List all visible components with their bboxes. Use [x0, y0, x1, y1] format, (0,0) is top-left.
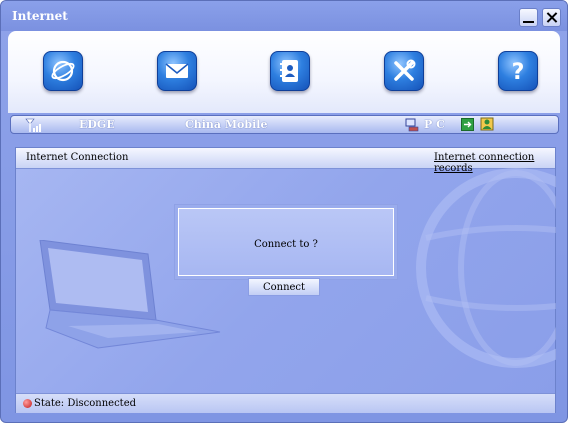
panel-footer: State: Disconnected — [16, 393, 555, 413]
title-bar: Internet — [1, 1, 567, 31]
internet-connection-panel: Internet Connection Internet connection … — [15, 147, 556, 413]
messages-button[interactable] — [157, 51, 197, 91]
connection-state: State: Disconnected — [34, 398, 137, 409]
settings-button[interactable] — [384, 51, 424, 91]
tools-icon — [394, 59, 416, 81]
internet-globe-icon — [51, 60, 75, 82]
help-button[interactable]: ? — [498, 51, 538, 91]
sms-icon — [461, 118, 474, 131]
window-title: Internet — [12, 9, 68, 23]
panel-title: Internet Connection — [26, 152, 129, 163]
network-type: EDGE — [79, 118, 115, 131]
contacts-book-icon — [280, 60, 298, 82]
status-bar: EDGE China Mobile P C — [10, 115, 559, 134]
globe-watermark-icon — [416, 168, 556, 368]
operator-name: China Mobile — [185, 118, 268, 131]
pc-connection-icon — [405, 118, 419, 132]
main-toolbar: ? — [8, 31, 560, 113]
connect-dialog-inner: Connect to ? — [178, 208, 394, 276]
user-icon — [480, 117, 494, 131]
connection-mode: P C — [424, 118, 445, 131]
internet-window: Internet ? EDGE China Mobile P C Interne… — [0, 0, 568, 423]
minimize-button[interactable] — [519, 8, 538, 27]
svg-text:?: ? — [512, 60, 525, 84]
disconnected-status-icon — [23, 399, 32, 408]
internet-button[interactable] — [43, 51, 83, 91]
connect-message: Connect to ? — [254, 239, 318, 250]
contacts-button[interactable] — [270, 51, 310, 91]
connect-button[interactable]: Connect — [248, 278, 320, 296]
close-button[interactable] — [542, 8, 561, 27]
signal-strength-icon — [25, 118, 41, 132]
connect-dialog: Connect to ? — [174, 204, 398, 280]
help-question-icon: ? — [512, 60, 525, 84]
envelope-icon — [165, 63, 189, 78]
